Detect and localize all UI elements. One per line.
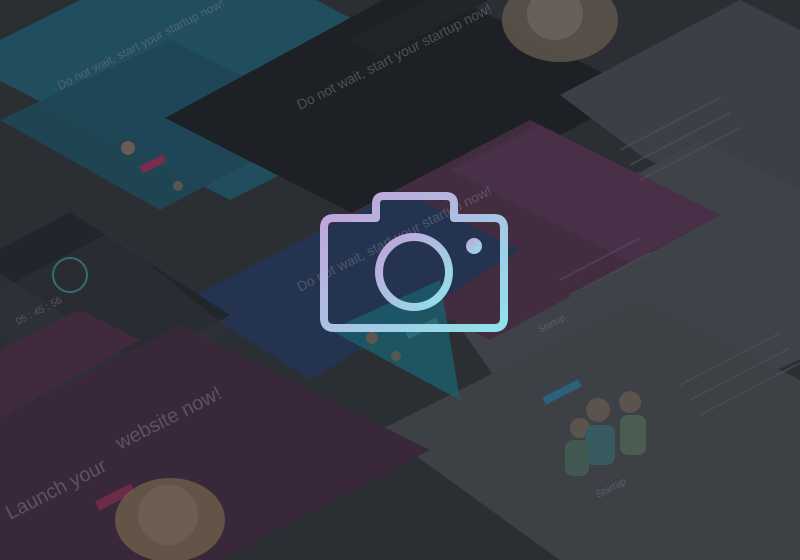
camera-icon [320, 192, 508, 332]
avatar [121, 141, 135, 155]
avatar [173, 181, 183, 191]
avatar [391, 351, 401, 361]
portrait-photo [115, 478, 225, 560]
image-placeholder: Do not wait, start your startup now! Do … [0, 0, 800, 560]
